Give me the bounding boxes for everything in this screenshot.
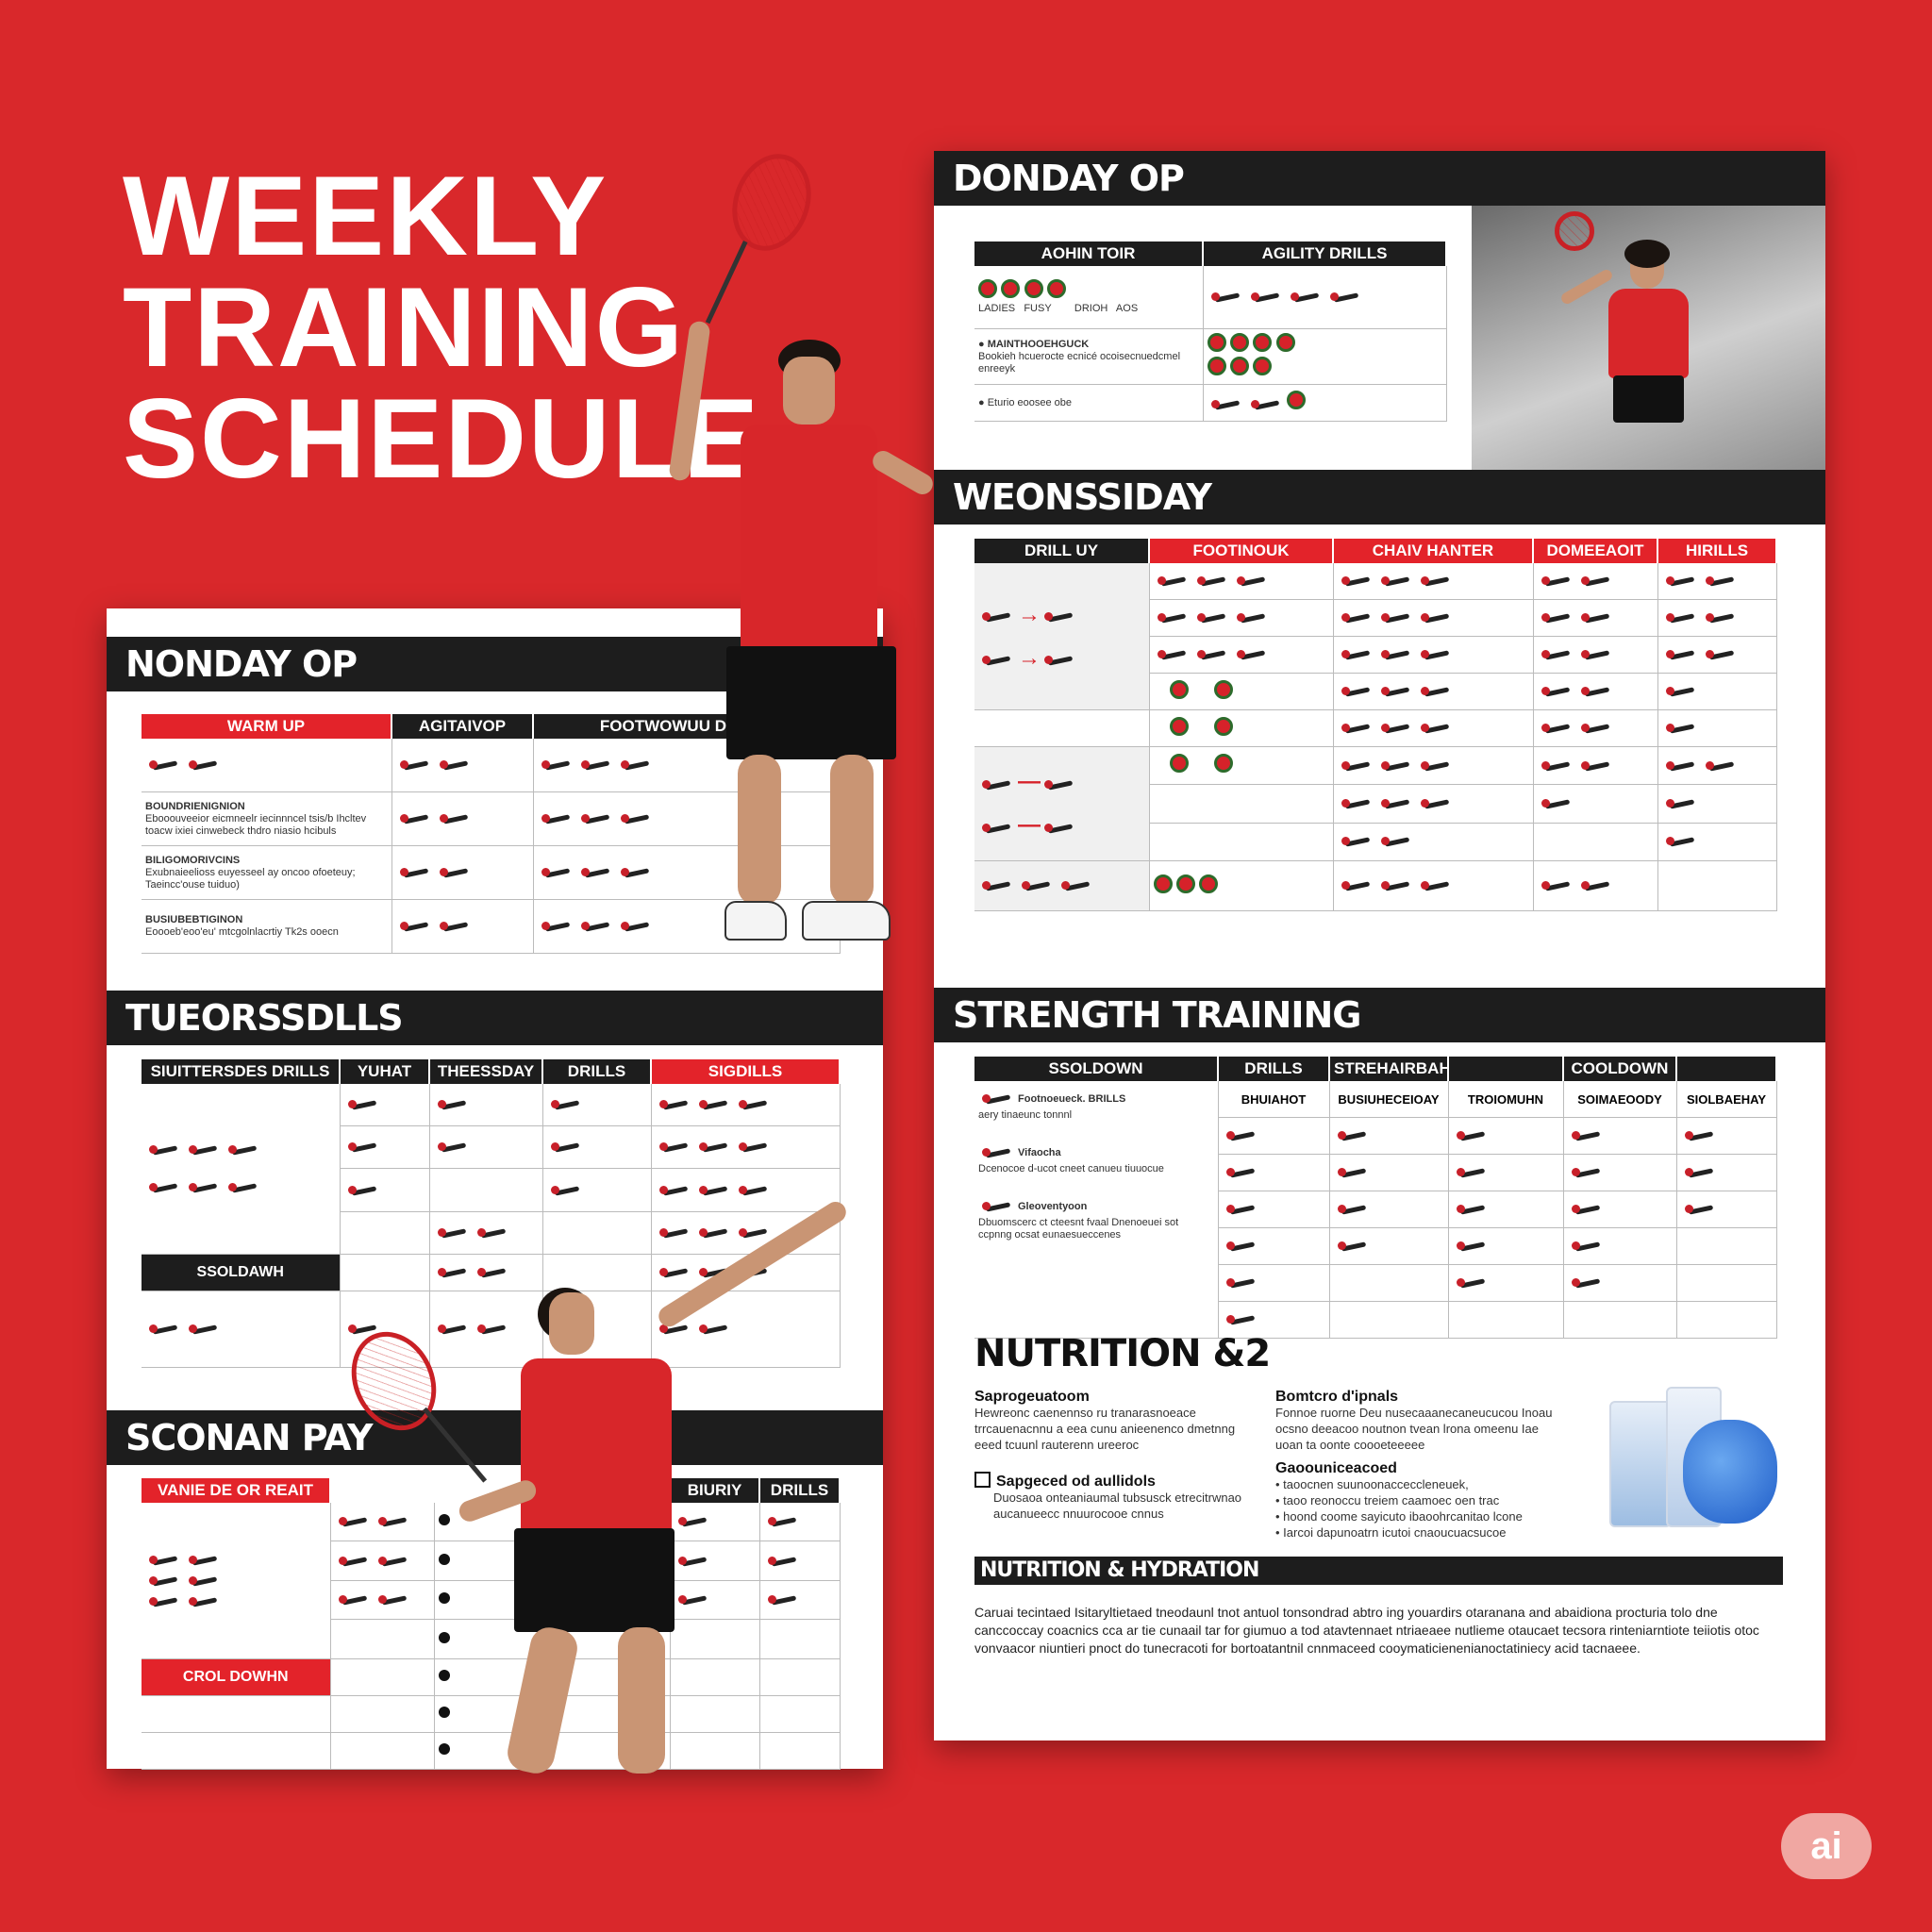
right-monday-table: AOHIN TOIR AGILITY DRILLS LADIES FUSY DR… (974, 242, 1447, 422)
col-strength-drills: DRILLS (1218, 1057, 1330, 1081)
col-footinouk: FOOTINOUK (1149, 539, 1334, 563)
female-player-illustration (336, 1197, 887, 1777)
nutrition-col-1: Saprogeuatoom Hewreonc caenennso ru tran… (974, 1389, 1236, 1452)
col-sigdills: SIGDILLS (651, 1059, 841, 1084)
col-yuhat: YUHAT (340, 1059, 430, 1084)
saturday-cooldown-label: CROL DOWHN (142, 1658, 331, 1696)
strength-item-2: Vifaocha Dcenocoe d-ucot cneet canueu tiu… (978, 1142, 1214, 1175)
tuesday-heading: TUEORSSDLLS (107, 991, 883, 1045)
nutrition-hydration-heading: NUTRITION & HYDRATION (974, 1557, 1783, 1585)
col-strehairbah: STREHAIRBAH (1329, 1057, 1449, 1081)
nutrition-col-2: Bomtcro d'ipnals Fonnoe ruorne Deu nusec… (1275, 1389, 1553, 1452)
strength-heading: STRENGTH TRAINING (934, 988, 1825, 1042)
sub-col-3: TROIOMUHN (1448, 1081, 1564, 1118)
male-player-illustration (660, 142, 943, 972)
col-ssoldown: SSOLDOWN (974, 1057, 1219, 1081)
ai-badge: ai (1781, 1813, 1872, 1879)
strength-table: SSOLDOWN DRILLS STREHAIRBAH COOLDOWN Foo… (974, 1057, 1777, 1339)
right-monday-item-2: ● Eturio eoosee obe (978, 396, 1072, 408)
col-domeeaoit: DOMEEAOIT (1533, 539, 1658, 563)
col-drills: DRILLS (542, 1059, 652, 1084)
col-chaiv-hanter: CHAIV HANTER (1333, 539, 1534, 563)
right-schedule-card: DONDAY OP AOHIN TOIR AGILITY DRILLS LADI… (934, 151, 1825, 1740)
col-aohin-toir: AOHIN TOIR (974, 242, 1204, 266)
nutrition-heading: NUTRITION &2 (974, 1332, 1271, 1375)
monday-item-1: BOUNDRIENIGNION Ebooouveeior eicmneelr ie… (145, 800, 367, 837)
monday-item-3: BUSIUBEBTIGINON Eoooeb'eoo'eu' mtcgolnlac… (145, 914, 339, 938)
col-theessday: THEESSDAY (429, 1059, 543, 1084)
right-monday-item-1: ● MAINTHOOEHGUCK Bookieh hcuerocte ecnicé… (978, 338, 1181, 375)
col-warm-up: WARM UP (142, 714, 392, 739)
monday-item-2: BILIGOMORIVCINS Exubnaieelioss euyesseel … (145, 854, 356, 891)
nutrition-col-3: Gaoouniceacoed • taoocnen suunoonacceccl… (1275, 1460, 1523, 1540)
wednesday-table: DRILL UY FOOTINOUK CHAIV HANTER DOMEEAOI… (974, 539, 1777, 911)
col-hirills: HIRILLS (1657, 539, 1777, 563)
nutrition-checkbox-item[interactable]: Sapgeced od aullidols Duosaoa onteaniaum… (974, 1472, 1257, 1522)
sub-col-2: BUSIUHECEIOAY (1329, 1081, 1449, 1118)
col-warm-drill: VANIE DE OR REAIT (142, 1478, 331, 1503)
sub-col-1: BHUIAHOT (1218, 1081, 1330, 1118)
sub-col-4: SOIMAEOODY (1563, 1081, 1677, 1118)
checkbox-icon[interactable] (974, 1472, 991, 1488)
col-agility-drills: AGILITY DRILLS (1203, 242, 1447, 266)
wednesday-heading: WEONSSIDAY (934, 470, 1825, 525)
nutrition-paragraph: Caruai tecintaed Isitaryltietaed tneodau… (974, 1605, 1759, 1656)
strength-item-1: Footnoeueck. BRILLS aery tinaeunc tonnnl (978, 1089, 1214, 1122)
tuesday-cooldown-label: SSOLDAWH (142, 1254, 341, 1291)
strength-item-3: Gleoventyoon Dbuomscerc ct cteesnt fvaal … (978, 1196, 1214, 1241)
right-monday-heading: DONDAY OP (934, 151, 1825, 206)
col-drill-uy: DRILL UY (974, 539, 1150, 563)
col-agitaivop: AGITAIVOP (391, 714, 534, 739)
player-photo (1472, 206, 1825, 484)
col-sides-drills: SIUITTERSDES DRILLS (142, 1059, 341, 1084)
hydration-image (1609, 1382, 1779, 1533)
sub-col-5: SIOLBAEHAY (1676, 1081, 1777, 1118)
col-cooldown: COOLDOWN (1563, 1057, 1677, 1081)
